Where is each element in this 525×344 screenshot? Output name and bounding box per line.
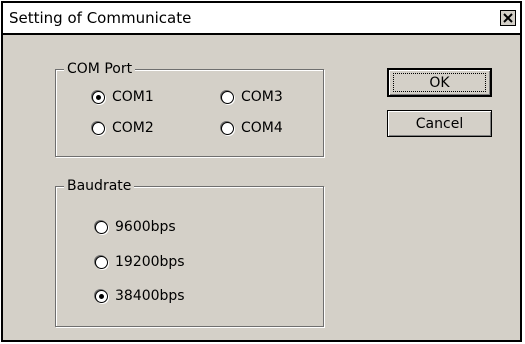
radio-com1-label: COM1 bbox=[112, 89, 154, 105]
window-title: Setting of Communicate bbox=[9, 9, 192, 27]
com-port-group: COM Port bbox=[55, 61, 324, 157]
com-port-legend: COM Port bbox=[64, 61, 136, 77]
radio-selected-dot bbox=[96, 94, 101, 100]
close-button[interactable] bbox=[500, 10, 516, 26]
radio-com3[interactable]: COM3 bbox=[221, 89, 283, 105]
radio-19200bps[interactable]: 19200bps bbox=[95, 254, 185, 270]
radio-button-icon bbox=[92, 121, 105, 135]
cancel-button[interactable]: Cancel bbox=[387, 110, 492, 137]
radio-9600bps-label: 9600bps bbox=[115, 219, 176, 235]
close-icon bbox=[503, 13, 513, 23]
radio-38400bps-label: 38400bps bbox=[115, 288, 185, 304]
radio-38400bps[interactable]: 38400bps bbox=[95, 288, 185, 304]
radio-com2[interactable]: COM2 bbox=[92, 120, 154, 136]
radio-com4[interactable]: COM4 bbox=[221, 120, 283, 136]
radio-selected-dot bbox=[99, 293, 104, 299]
radio-com2-label: COM2 bbox=[112, 120, 154, 136]
baudrate-legend: Baudrate bbox=[64, 178, 135, 194]
radio-button-icon bbox=[95, 289, 108, 303]
radio-button-icon bbox=[95, 255, 108, 269]
title-bar[interactable]: Setting of Communicate bbox=[3, 3, 520, 35]
radio-9600bps[interactable]: 9600bps bbox=[95, 219, 176, 235]
radio-19200bps-label: 19200bps bbox=[115, 254, 185, 270]
radio-button-icon bbox=[221, 90, 234, 104]
radio-button-icon bbox=[95, 220, 108, 234]
cancel-button-label: Cancel bbox=[415, 115, 464, 132]
radio-com4-label: COM4 bbox=[241, 120, 283, 136]
dialog-window: Setting of Communicate COM Port COM1 COM… bbox=[1, 1, 522, 342]
radio-button-icon bbox=[92, 90, 105, 104]
radio-com3-label: COM3 bbox=[241, 89, 283, 105]
ok-button-label: OK bbox=[429, 74, 450, 91]
radio-com1[interactable]: COM1 bbox=[92, 89, 154, 105]
ok-button[interactable]: OK bbox=[387, 68, 492, 97]
radio-button-icon bbox=[221, 121, 234, 135]
